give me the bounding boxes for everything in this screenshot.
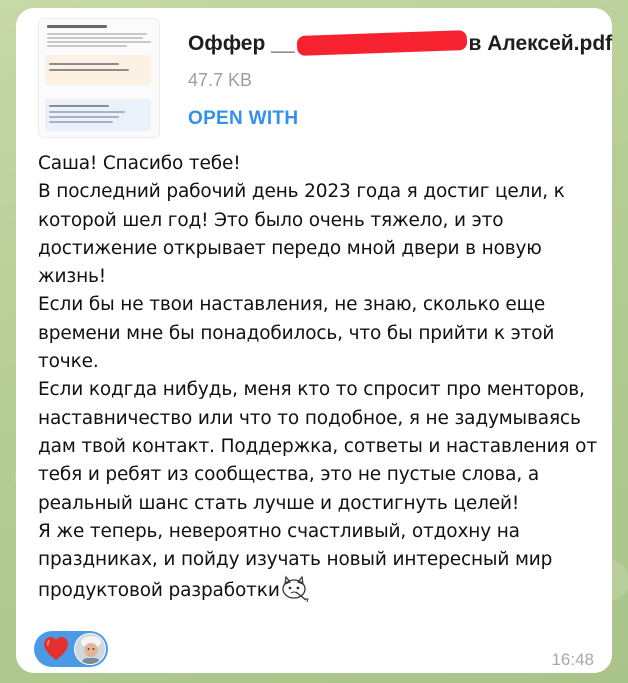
avatar[interactable] [74,633,106,665]
file-name-suffix: в Алексей.pdf [468,32,613,55]
sticker-cat-emoji [282,575,309,603]
file-size: 47.7 KB [188,70,253,90]
message-timestamp: 16:48 [551,650,594,669]
avatar-image [75,634,105,664]
message-paragraph: Если бы не твои наставления, не знаю, ск… [38,294,555,373]
message-paragraph: Саша! Спасибо тебе! [38,153,241,174]
message-text: Саша! Спасибо тебе! В последний рабочий … [38,150,608,606]
message-paragraph: Если кодгда нибудь, меня кто то спросит … [38,379,597,514]
redaction-mark [296,30,467,56]
pdf-thumbnail[interactable] [38,18,160,138]
file-name-prefix: Оффер __ [188,32,295,55]
message-paragraph-last: Я же теперь, невероятно счастливый, отдо… [38,518,608,606]
reaction-chip[interactable] [34,631,108,667]
heart-icon [44,637,68,660]
file-name: Оффер __ в Алексей.pdf [188,30,613,56]
message-bubble: Оффер __ в Алексей.pdf 47.7 KB OPEN WITH … [16,8,612,673]
open-with-button[interactable]: OPEN WITH [188,108,298,130]
file-attachment[interactable]: Оффер __ в Алексей.pdf 47.7 KB OPEN WITH [38,18,612,138]
message-paragraph: В последний рабочий день 2023 года я дос… [38,181,565,288]
